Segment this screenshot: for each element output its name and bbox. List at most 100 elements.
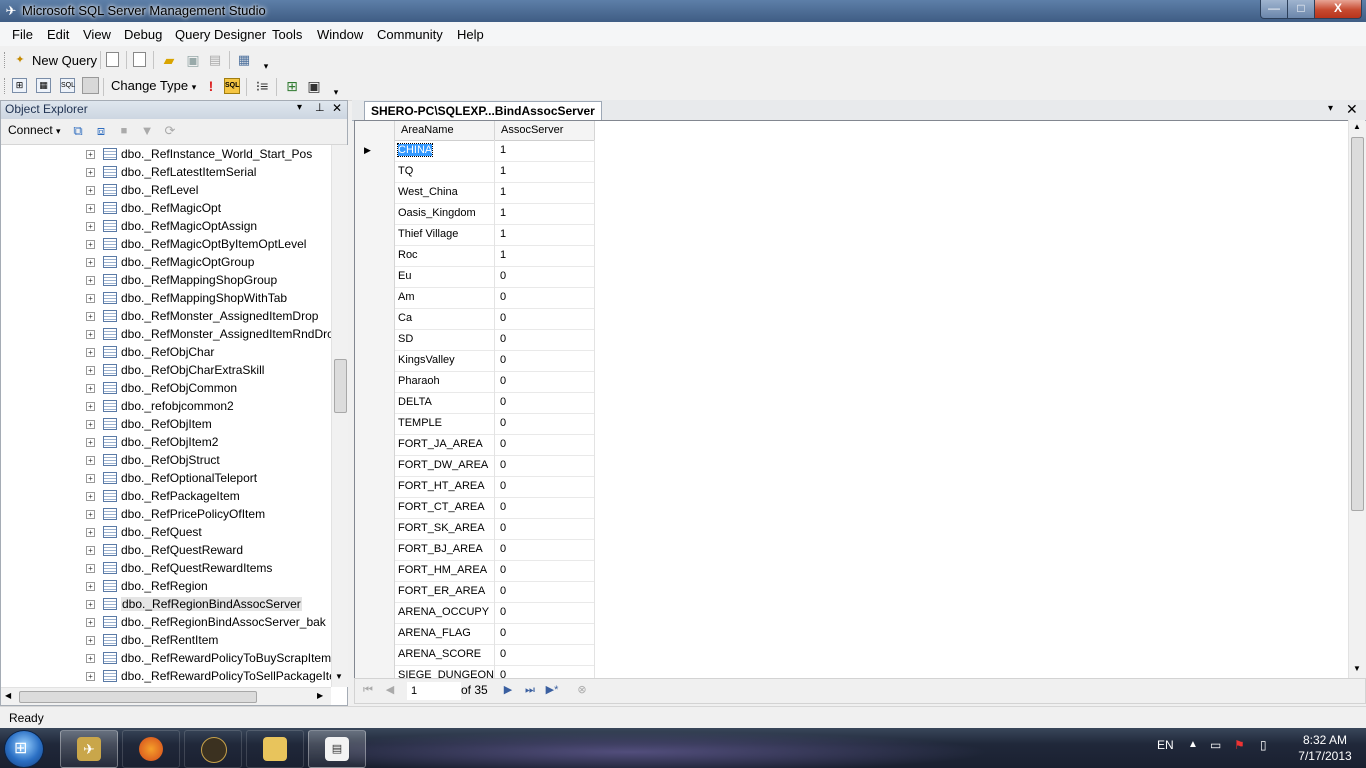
tree-item[interactable]: + dbo._RefObjChar — [1, 343, 331, 361]
expand-icon[interactable]: + — [86, 600, 95, 609]
show-diagram-pane-icon[interactable]: ⊞ — [12, 78, 27, 93]
close-button[interactable]: X — [1314, 0, 1362, 19]
row-selector[interactable] — [355, 623, 395, 644]
expand-icon[interactable]: + — [86, 582, 95, 591]
tree-item[interactable]: + dbo._RefQuestRewardItems — [1, 559, 331, 577]
toolbar-overflow-icon[interactable]: ▾ — [328, 84, 344, 100]
table-row[interactable]: FORT_HM_AREA 0 — [355, 560, 595, 582]
show-criteria-pane-icon[interactable]: ▦ — [36, 78, 51, 93]
toolbar-grip[interactable] — [4, 52, 8, 68]
print-icon[interactable]: ▤ — [207, 52, 223, 68]
cell-assocserver[interactable]: 1 — [495, 245, 595, 266]
scroll-right-icon[interactable]: ▶ — [317, 691, 323, 700]
expand-icon[interactable]: + — [86, 384, 95, 393]
show-results-pane-icon[interactable] — [82, 77, 99, 94]
expand-icon[interactable]: + — [86, 492, 95, 501]
cell-assocserver[interactable]: 0 — [495, 371, 595, 392]
start-button[interactable]: ⊞ — [4, 730, 44, 768]
menu-community[interactable]: Community — [377, 27, 443, 42]
cell-assocserver[interactable]: 0 — [495, 644, 595, 665]
expand-icon[interactable]: + — [86, 186, 95, 195]
cell-areaname[interactable]: FORT_CT_AREA — [395, 497, 495, 518]
row-selector[interactable] — [355, 161, 395, 182]
cell-assocserver[interactable]: 0 — [495, 266, 595, 287]
pin-icon[interactable]: ⊥ — [315, 101, 325, 114]
table-row[interactable]: FORT_CT_AREA 0 — [355, 497, 595, 519]
expand-icon[interactable]: + — [86, 240, 95, 249]
expand-icon[interactable]: + — [86, 276, 95, 285]
cell-assocserver[interactable]: 0 — [495, 623, 595, 644]
table-row[interactable]: Am 0 — [355, 287, 595, 309]
first-record-icon[interactable]: ⏮ — [361, 683, 375, 697]
cell-areaname[interactable]: Pharaoh — [395, 371, 495, 392]
row-selector[interactable] — [355, 644, 395, 665]
table-row[interactable]: TEMPLE 0 — [355, 413, 595, 435]
tree-item[interactable]: + dbo._RefQuest — [1, 523, 331, 541]
cell-assocserver[interactable]: 0 — [495, 287, 595, 308]
cell-assocserver[interactable]: 1 — [495, 161, 595, 182]
cell-areaname[interactable]: FORT_HM_AREA — [395, 560, 495, 581]
expand-icon[interactable]: + — [86, 402, 95, 411]
stop-icon[interactable]: ⊗ — [575, 683, 589, 697]
cell-areaname[interactable]: TEMPLE — [395, 413, 495, 434]
tree-item[interactable]: + dbo._refobjcommon2 — [1, 397, 331, 415]
cell-assocserver[interactable]: 0 — [495, 350, 595, 371]
close-icon[interactable]: ✕ — [1346, 101, 1358, 118]
cell-assocserver[interactable]: 0 — [495, 308, 595, 329]
cell-assocserver[interactable]: 1 — [495, 182, 595, 203]
tree-item[interactable]: + dbo._RefPackageItem — [1, 487, 331, 505]
expand-icon[interactable]: + — [86, 456, 95, 465]
window-title-bar[interactable]: ✈ Microsoft SQL Server Management Studio… — [0, 0, 1366, 22]
add-table-icon[interactable]: ⊞ — [284, 78, 300, 94]
expand-icon[interactable]: + — [86, 294, 95, 303]
tree-item[interactable]: + dbo._RefRegionBindAssocServer — [1, 595, 331, 613]
cell-areaname[interactable]: SD — [395, 329, 495, 350]
language-indicator[interactable]: EN — [1157, 738, 1174, 752]
expand-icon[interactable]: + — [86, 618, 95, 627]
tree-item[interactable]: + dbo._RefObjCharExtraSkill — [1, 361, 331, 379]
scroll-left-icon[interactable]: ◀ — [5, 691, 11, 700]
table-row[interactable]: ▶ CHINA 1 — [355, 140, 595, 162]
expand-icon[interactable]: + — [86, 672, 95, 681]
execute-icon[interactable]: ! — [203, 78, 219, 94]
new-file-icon[interactable] — [106, 52, 119, 67]
document-tab[interactable]: SHERO-PC\SQLEXP...BindAssocServer — [364, 101, 602, 121]
expand-icon[interactable]: + — [86, 420, 95, 429]
expand-icon[interactable]: + — [86, 564, 95, 573]
show-hidden-icons[interactable]: ▲ — [1188, 739, 1198, 750]
chevron-down-icon[interactable]: ▾ — [1328, 103, 1333, 114]
cell-areaname[interactable]: CHINA — [395, 140, 495, 161]
menu-view[interactable]: View — [83, 27, 111, 42]
cell-areaname[interactable]: TQ — [395, 161, 495, 182]
cell-assocserver[interactable]: 0 — [495, 434, 595, 455]
taskbar-app-game[interactable] — [184, 730, 242, 768]
system-clock[interactable]: 8:32 AM 7/17/2013 — [1286, 732, 1364, 764]
cell-assocserver[interactable]: 0 — [495, 476, 595, 497]
row-selector[interactable] — [355, 392, 395, 413]
tree-item[interactable]: + dbo._RefRegionBindAssocServer_bak — [1, 613, 331, 631]
object-explorer-horizontal-scrollbar[interactable]: ◀ ▶ — [1, 687, 331, 705]
table-row[interactable]: FORT_ER_AREA 0 — [355, 581, 595, 603]
new-record-icon[interactable]: ▶* — [545, 683, 559, 697]
cell-assocserver[interactable]: 0 — [495, 539, 595, 560]
table-row[interactable]: Pharaoh 0 — [355, 371, 595, 393]
table-row[interactable]: FORT_JA_AREA 0 — [355, 434, 595, 456]
add-derived-table-icon[interactable]: ▣ — [306, 78, 322, 94]
expand-icon[interactable]: + — [86, 636, 95, 645]
maximize-button[interactable]: □ — [1287, 0, 1315, 19]
new-project-icon[interactable] — [133, 52, 146, 67]
cell-areaname[interactable]: ARENA_FLAG — [395, 623, 495, 644]
cell-assocserver[interactable]: 0 — [495, 329, 595, 350]
row-selector[interactable] — [355, 287, 395, 308]
tree-item[interactable]: + dbo._RefMagicOptByItemOptLevel — [1, 235, 331, 253]
verify-sql-icon[interactable]: SQL — [224, 78, 240, 94]
tree-item[interactable]: + dbo._RefMagicOpt — [1, 199, 331, 217]
minimize-button[interactable]: — — [1260, 0, 1288, 19]
scrollbar-thumb[interactable] — [334, 359, 347, 413]
cell-areaname[interactable]: DELTA — [395, 392, 495, 413]
prev-record-icon[interactable]: ◀ — [383, 683, 397, 697]
column-header-assocserver[interactable]: AssocServer — [495, 121, 595, 140]
object-explorer-vertical-scrollbar[interactable]: ▼ — [331, 145, 348, 687]
table-row[interactable]: DELTA 0 — [355, 392, 595, 414]
row-selector[interactable] — [355, 329, 395, 350]
